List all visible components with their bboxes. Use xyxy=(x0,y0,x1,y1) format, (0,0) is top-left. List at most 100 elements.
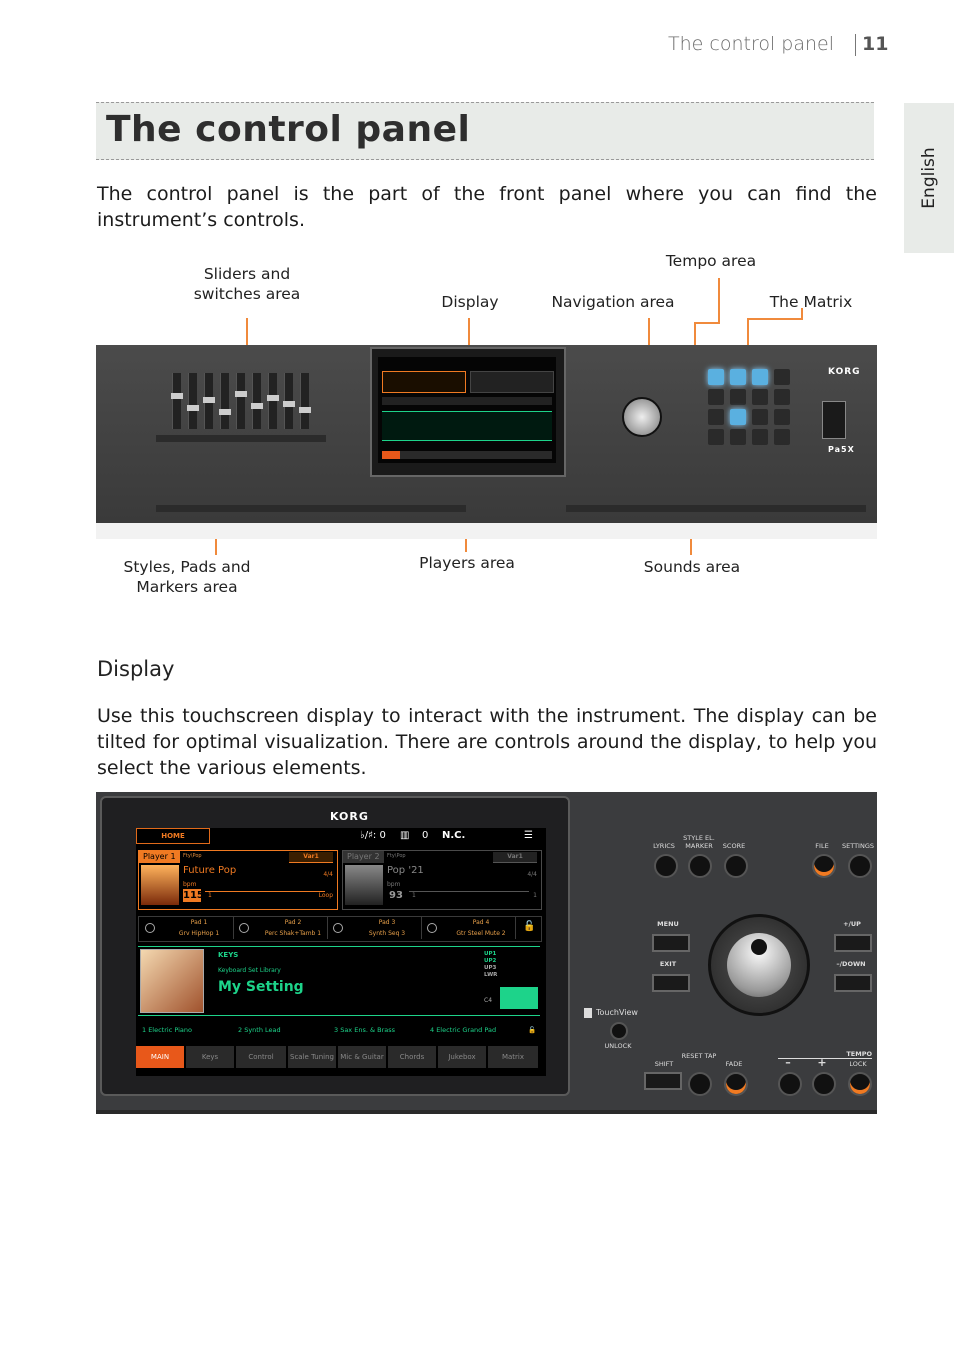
menu-icon[interactable]: ☰ xyxy=(524,830,533,841)
pad-4-value: Gtr Steel Mute 2 xyxy=(456,930,506,937)
player-2-measure: 1 xyxy=(412,892,416,899)
tab-main[interactable]: MAIN xyxy=(136,1046,184,1068)
leader-matrix-v2 xyxy=(801,308,803,320)
player-1-thumbnail xyxy=(141,865,179,905)
score-label: SCORE xyxy=(722,842,746,850)
pad-1-value: Grv HipHop 1 xyxy=(178,930,220,937)
player-1-label: Player 1 xyxy=(139,851,180,863)
settings-button[interactable] xyxy=(848,854,872,878)
tab-control[interactable]: Control xyxy=(236,1046,286,1068)
leader-tempo-h xyxy=(694,322,720,324)
language-tab: English xyxy=(904,103,954,253)
pad-3-loop-icon xyxy=(333,923,343,933)
display-bezel: KORG HOME ♭/♯: 0 ▥ 0 N.C. ☰ Player 1 Fty… xyxy=(100,796,570,1096)
fade-button[interactable] xyxy=(724,1072,748,1096)
player-1-style: Future Pop xyxy=(183,865,237,876)
player-2-tempo[interactable]: 93 xyxy=(387,889,405,902)
player-1-panel[interactable]: Player 1 Fty\Pop Var1 Future Pop 4/4 bpm… xyxy=(138,850,338,910)
shift-button[interactable] xyxy=(644,1072,682,1090)
keyboard-icon xyxy=(500,987,538,1009)
pad-4-name: Pad 4 xyxy=(472,919,490,926)
shift-label: SHIFT xyxy=(654,1060,674,1068)
player-1-meter: 4/4 xyxy=(323,871,333,878)
lyrics-button[interactable] xyxy=(654,854,678,878)
tempo-up-button[interactable] xyxy=(812,1072,836,1096)
pad-4[interactable]: Pad 4 Gtr Steel Mute 2 xyxy=(421,917,516,939)
tab-mic-guitar[interactable]: Mic & Guitar xyxy=(338,1046,386,1068)
pad-4-loop-icon xyxy=(427,923,437,933)
tempo-lock-button[interactable] xyxy=(848,1072,872,1096)
player-2-panel[interactable]: Player 2 Fty\Pop Var1 Pop '21 4/4 bpm 93… xyxy=(342,850,542,910)
file-button[interactable] xyxy=(812,854,836,878)
keys-up3: UP3 xyxy=(484,965,497,971)
sound-1[interactable]: 1 Electric Piano xyxy=(142,1026,192,1034)
callout-sliders: Sliders and switches area xyxy=(193,265,301,303)
tab-matrix[interactable]: Matrix xyxy=(488,1046,538,1068)
tab-keys[interactable]: Keys xyxy=(186,1046,234,1068)
sound-4[interactable]: 4 Electric Grand Pad xyxy=(430,1026,496,1034)
player-1-measure: 1 xyxy=(208,892,212,899)
header-divider xyxy=(855,34,856,56)
menu-label: MENU xyxy=(657,920,679,928)
player-1-tempo[interactable]: 115 xyxy=(183,889,204,902)
up-button[interactable] xyxy=(834,934,872,952)
pad-row: Pad 1 Grv HipHop 1 Pad 2 Perc Shak+Tamb … xyxy=(138,916,542,942)
pad-1-loop-icon xyxy=(145,923,155,933)
keys-lwr: LWR xyxy=(484,972,498,978)
pad-2[interactable]: Pad 2 Perc Shak+Tamb 1 xyxy=(233,917,328,939)
down-button[interactable] xyxy=(834,974,872,992)
unlock-button[interactable] xyxy=(610,1022,628,1040)
display-detail-photo: KORG HOME ♭/♯: 0 ▥ 0 N.C. ☰ Player 1 Fty… xyxy=(96,792,877,1114)
callout-navigation: Navigation area xyxy=(551,293,675,311)
transpose-readout[interactable]: ♭/♯: 0 xyxy=(360,830,386,841)
player-1-bpm-label: bpm xyxy=(183,881,197,888)
data-dial[interactable] xyxy=(708,914,810,1016)
panel-display xyxy=(370,347,566,477)
pad-lock-icon[interactable]: 🔓 xyxy=(523,921,535,932)
keys-up1: UP1 xyxy=(484,951,497,957)
octave-readout[interactable]: 0 xyxy=(422,830,428,841)
player-2-style: Pop '21 xyxy=(387,865,424,876)
player-2-variation[interactable]: Var1 xyxy=(493,852,537,863)
tempo-down-button[interactable] xyxy=(778,1072,802,1096)
menu-button[interactable] xyxy=(652,934,690,952)
sounds-row: 1 Electric Piano 2 Synth Lead 3 Sax Ens.… xyxy=(138,1024,540,1038)
player-2-meter: 4/4 xyxy=(527,871,537,878)
score-button[interactable] xyxy=(724,854,748,878)
tab-scale-tuning[interactable]: Scale Tuning xyxy=(288,1046,336,1068)
callout-matrix: The Matrix xyxy=(769,293,853,311)
callout-sounds: Sounds area xyxy=(643,558,741,576)
style-marker-button[interactable] xyxy=(688,854,712,878)
running-head: The control panel xyxy=(668,33,834,55)
reset-tap-button[interactable] xyxy=(688,1072,712,1096)
tab-chords[interactable]: Chords xyxy=(388,1046,436,1068)
sound-3[interactable]: 3 Sax Ens. & Brass xyxy=(334,1026,395,1034)
pad-3[interactable]: Pad 3 Synth Seq 3 xyxy=(327,917,422,939)
keyboard-set-image xyxy=(140,949,204,1013)
touchscreen[interactable]: HOME ♭/♯: 0 ▥ 0 N.C. ☰ Player 1 Fty\Pop … xyxy=(136,828,546,1076)
panel-model: Pa5X xyxy=(828,445,855,454)
screen-korg-logo: KORG xyxy=(330,810,369,823)
down-label: –/DOWN xyxy=(836,960,866,968)
pad-1[interactable]: Pad 1 Grv HipHop 1 xyxy=(139,917,234,939)
tempo-plus-label: + xyxy=(817,1056,827,1069)
touchview-icon xyxy=(584,1008,592,1018)
tab-jukebox[interactable]: Jukebox xyxy=(438,1046,486,1068)
keys-panel[interactable]: KEYS Keyboard Set Library My Setting UP1… xyxy=(138,946,540,1016)
exit-button[interactable] xyxy=(652,974,690,992)
home-tab[interactable]: HOME xyxy=(136,828,210,844)
callout-display: Display xyxy=(441,293,499,311)
page-title: The control panel xyxy=(106,109,471,150)
settings-label: SETTINGS xyxy=(841,842,874,850)
sound-2[interactable]: 2 Synth Lead xyxy=(238,1026,281,1034)
keys-setting-name[interactable]: My Setting xyxy=(218,979,304,995)
callout-tempo: Tempo area xyxy=(665,252,757,270)
pad-1-name: Pad 1 xyxy=(190,919,208,926)
pad-3-name: Pad 3 xyxy=(378,919,396,926)
page-number: 11 xyxy=(862,33,889,55)
lock-label: LOCK xyxy=(849,1060,867,1068)
keys-up2: UP2 xyxy=(484,958,497,964)
octave-icon: ▥ xyxy=(400,830,410,841)
player-1-variation[interactable]: Var1 xyxy=(289,852,333,863)
sounds-lock-icon[interactable]: 🔓 xyxy=(528,1026,536,1034)
